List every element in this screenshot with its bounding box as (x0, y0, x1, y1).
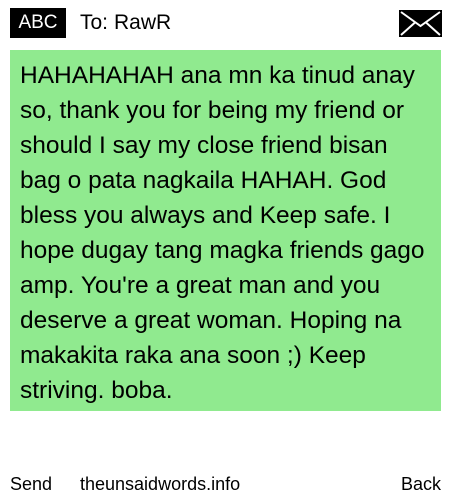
send-button[interactable]: Send (10, 470, 52, 498)
compose-header: ABC To: RawR (0, 0, 450, 46)
recipient-name: RawR (114, 11, 172, 34)
back-button[interactable]: Back (401, 470, 441, 498)
site-url-label: theunsaidwords.info (80, 474, 241, 494)
message-body[interactable]: HAHAHAHAH ana mn ka tinud anay so, thank… (20, 58, 432, 408)
to-label: To: (80, 11, 109, 34)
envelope-icon (399, 10, 442, 37)
recipient-field[interactable]: To: RawR (80, 9, 171, 37)
input-mode-badge[interactable]: ABC (10, 8, 66, 38)
softkey-bar: Send theunsaidwords.info Back (0, 470, 450, 498)
